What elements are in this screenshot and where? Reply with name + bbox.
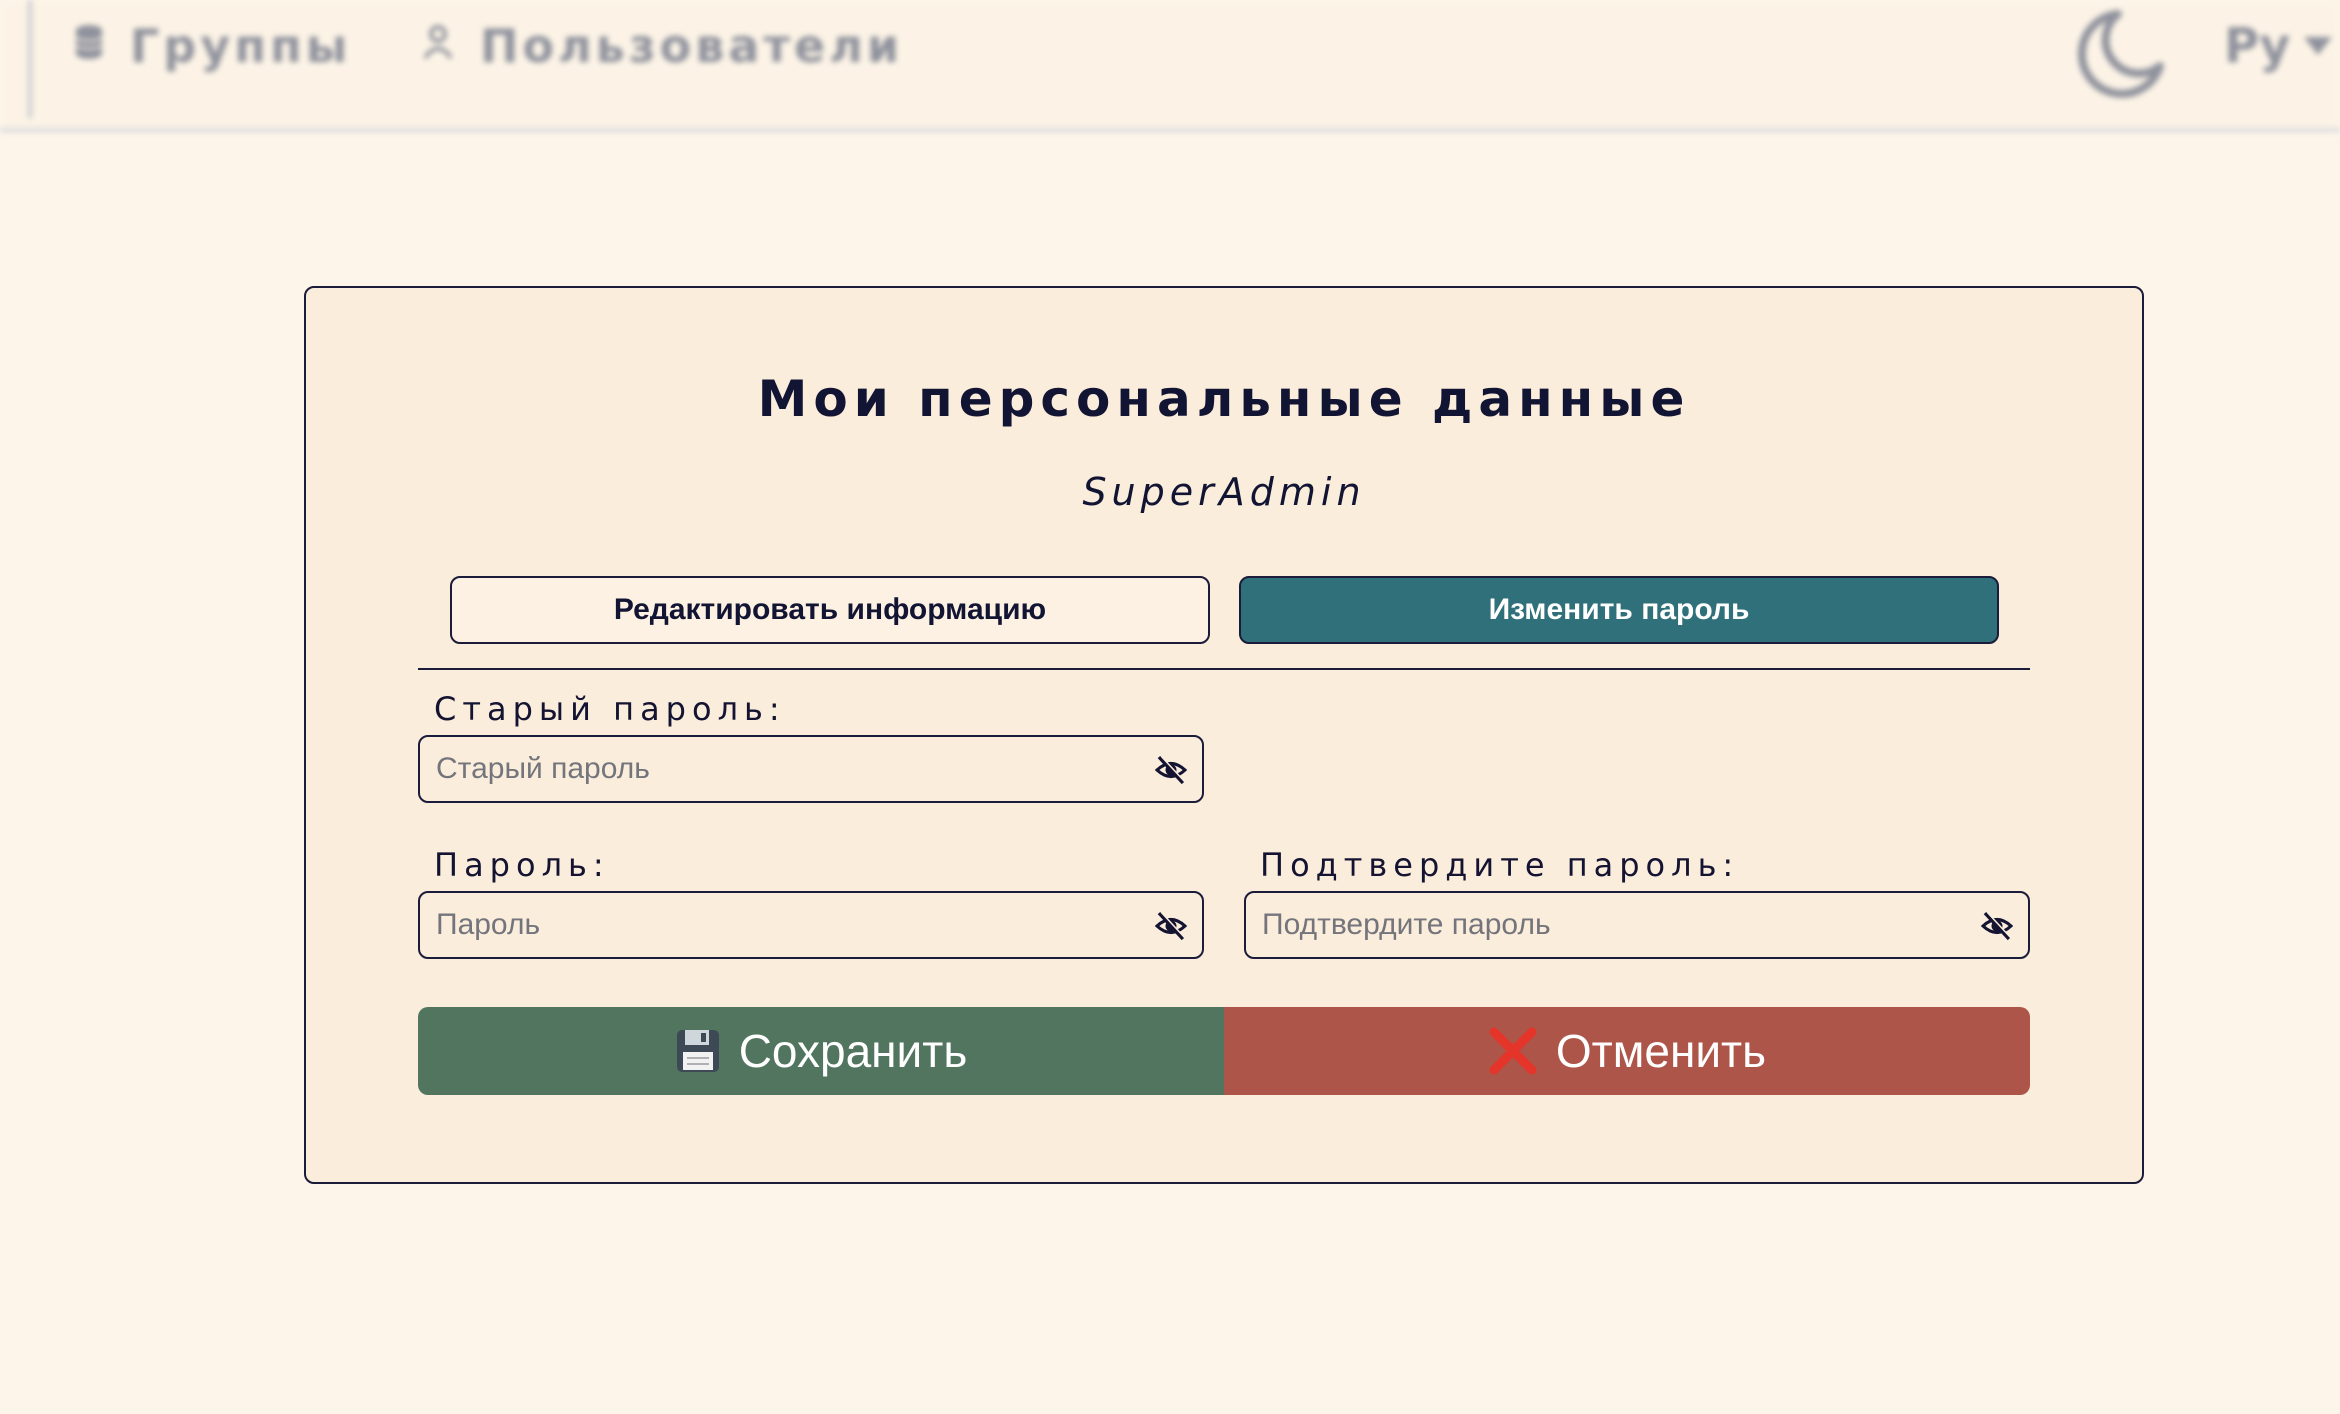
old-password-label: Старый пароль: — [434, 690, 786, 728]
confirm-password-field-wrapper — [1244, 891, 2030, 959]
cancel-button[interactable]: Отменить — [1224, 1007, 2030, 1095]
nav-item-groups[interactable]: Группы — [74, 16, 351, 76]
username-label: SuperAdmin — [1082, 470, 1366, 514]
old-password-input[interactable] — [420, 737, 1136, 801]
new-password-field-wrapper — [418, 891, 1204, 959]
database-icon — [74, 24, 104, 69]
tab-edit-info[interactable]: Редактировать информацию — [450, 576, 1210, 644]
eye-slash-icon[interactable] — [1154, 909, 1188, 943]
save-button[interactable]: Сохранить — [418, 1007, 1224, 1095]
language-select[interactable]: Ру — [2224, 16, 2333, 76]
nav-item-groups-label: Группы — [130, 19, 352, 73]
page-title: Мои персональные данные — [757, 370, 1691, 428]
new-password-label: Пароль: — [434, 846, 610, 884]
moon-icon — [2077, 10, 2164, 98]
chevron-down-icon — [2304, 37, 2333, 55]
cross-mark-icon — [1488, 1026, 1538, 1076]
new-password-input[interactable] — [420, 893, 1136, 957]
top-navigation-bar: Группы Пользователи Ру — [0, 0, 2340, 132]
tab-change-password[interactable]: Изменить пароль — [1239, 576, 1999, 644]
nav-divider — [28, 0, 32, 118]
language-select-value: Ру — [2224, 18, 2291, 74]
tab-divider — [418, 668, 2030, 670]
user-icon — [422, 24, 454, 68]
eye-slash-icon[interactable] — [1154, 753, 1188, 787]
eye-slash-icon[interactable] — [1980, 909, 2014, 943]
theme-toggle-button[interactable] — [2070, 4, 2170, 104]
confirm-password-label: Подтвердите пароль: — [1260, 846, 1740, 884]
nav-item-users-label: Пользователи — [480, 19, 904, 73]
save-button-label: Сохранить — [738, 1025, 968, 1077]
old-password-field-wrapper — [418, 735, 1204, 803]
confirm-password-input[interactable] — [1246, 893, 1962, 957]
cancel-button-label: Отменить — [1555, 1025, 1767, 1077]
nav-item-users[interactable]: Пользователи — [422, 16, 903, 76]
floppy-disk-icon — [675, 1028, 721, 1074]
